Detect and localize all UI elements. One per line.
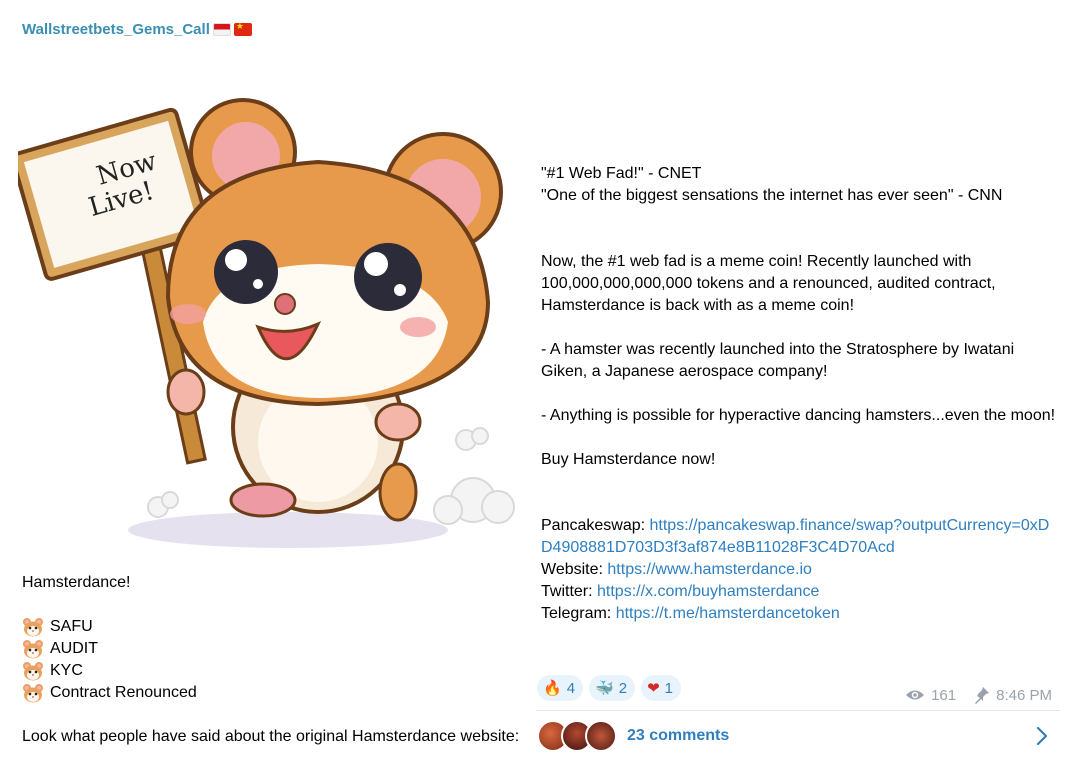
quote-cnet: "#1 Web Fad!" - CNET — [541, 165, 702, 182]
comments-divider — [537, 710, 1060, 711]
reaction-count: 2 — [618, 679, 628, 697]
post-meta: 161 8:46 PM — [905, 686, 1052, 704]
feature-item: SAFU — [22, 616, 522, 638]
paragraph-stratosphere: - A hamster was recently launched into t… — [541, 341, 1015, 380]
link-label: Pancakeswap: — [541, 517, 650, 534]
hamster-face-icon — [23, 684, 43, 703]
feature-label: Contract Renounced — [50, 684, 197, 701]
telegram-link[interactable]: https://t.me/hamsterdancetoken — [616, 605, 840, 622]
heart-icon: ❤ — [647, 679, 660, 697]
channel-header[interactable]: Wallstreetbets_Gems_Call — [22, 21, 252, 38]
post-text-left: Hamsterdance! SAFU AUDIT KYC Contract Re… — [22, 572, 522, 748]
china-flag-icon — [233, 23, 252, 36]
feature-item: AUDIT — [22, 638, 522, 660]
channel-name[interactable]: Wallstreetbets_Gems_Call — [22, 21, 210, 38]
reactions-bar: 🔥 4 🐳 2 ❤ 1 — [537, 675, 681, 701]
reaction-heart[interactable]: ❤ 1 — [641, 675, 681, 701]
hamster-face-icon — [23, 618, 43, 637]
feature-item: Contract Renounced — [22, 682, 522, 704]
hamster-illustration: Now Live! — [10, 52, 528, 562]
twitter-link[interactable]: https://x.com/buyhamsterdance — [597, 583, 819, 600]
call-to-action: Buy Hamsterdance now! — [541, 451, 716, 468]
link-label: Website: — [541, 561, 608, 578]
pin-icon — [975, 687, 990, 704]
link-label: Telegram: — [541, 605, 616, 622]
chevron-right-icon — [1036, 726, 1048, 746]
comments-count: 23 comments — [627, 727, 730, 744]
view-count: 161 — [931, 686, 957, 704]
link-line-telegram: Telegram: https://t.me/hamsterdancetoken — [541, 603, 1056, 625]
reaction-count: 4 — [566, 679, 576, 697]
hamster-face-icon — [23, 662, 43, 681]
post-text-right: "#1 Web Fad!" - CNET "One of the biggest… — [541, 163, 1056, 625]
fire-icon: 🔥 — [543, 679, 562, 697]
feature-label: SAFU — [50, 618, 93, 635]
link-line-twitter: Twitter: https://x.com/buyhamsterdance — [541, 581, 1056, 603]
website-link[interactable]: https://www.hamsterdance.io — [607, 561, 812, 578]
quote-cnn: "One of the biggest sensations the inter… — [541, 187, 1003, 204]
feature-label: KYC — [50, 662, 83, 679]
feature-item: KYC — [22, 660, 522, 682]
post-time: 8:46 PM — [996, 686, 1052, 704]
post-image[interactable]: Now Live! — [10, 52, 528, 562]
link-line-pancakeswap: Pancakeswap: https://pancakeswap.finance… — [541, 515, 1056, 559]
post-intro: Hamsterdance! — [22, 574, 131, 591]
hamster-face-icon — [23, 640, 43, 659]
paragraph-meme-coin: Now, the #1 web fad is a meme coin! Rece… — [541, 253, 996, 314]
comments-button[interactable]: 23 comments — [537, 719, 1060, 753]
reaction-count: 1 — [664, 679, 673, 697]
reaction-whale[interactable]: 🐳 2 — [589, 675, 636, 701]
whale-icon: 🐳 — [595, 679, 614, 697]
link-label: Twitter: — [541, 583, 598, 600]
paragraph-moon: - Anything is possible for hyperactive d… — [541, 407, 1056, 424]
commenter-avatars — [537, 720, 617, 752]
link-line-website: Website: https://www.hamsterdance.io — [541, 559, 1056, 581]
post-look-text: Look what people have said about the ori… — [22, 728, 520, 745]
feature-label: AUDIT — [50, 640, 98, 657]
avatar — [585, 720, 617, 752]
reaction-fire[interactable]: 🔥 4 — [537, 675, 584, 701]
indonesia-flag-icon — [212, 23, 231, 36]
eye-icon — [906, 690, 925, 700]
